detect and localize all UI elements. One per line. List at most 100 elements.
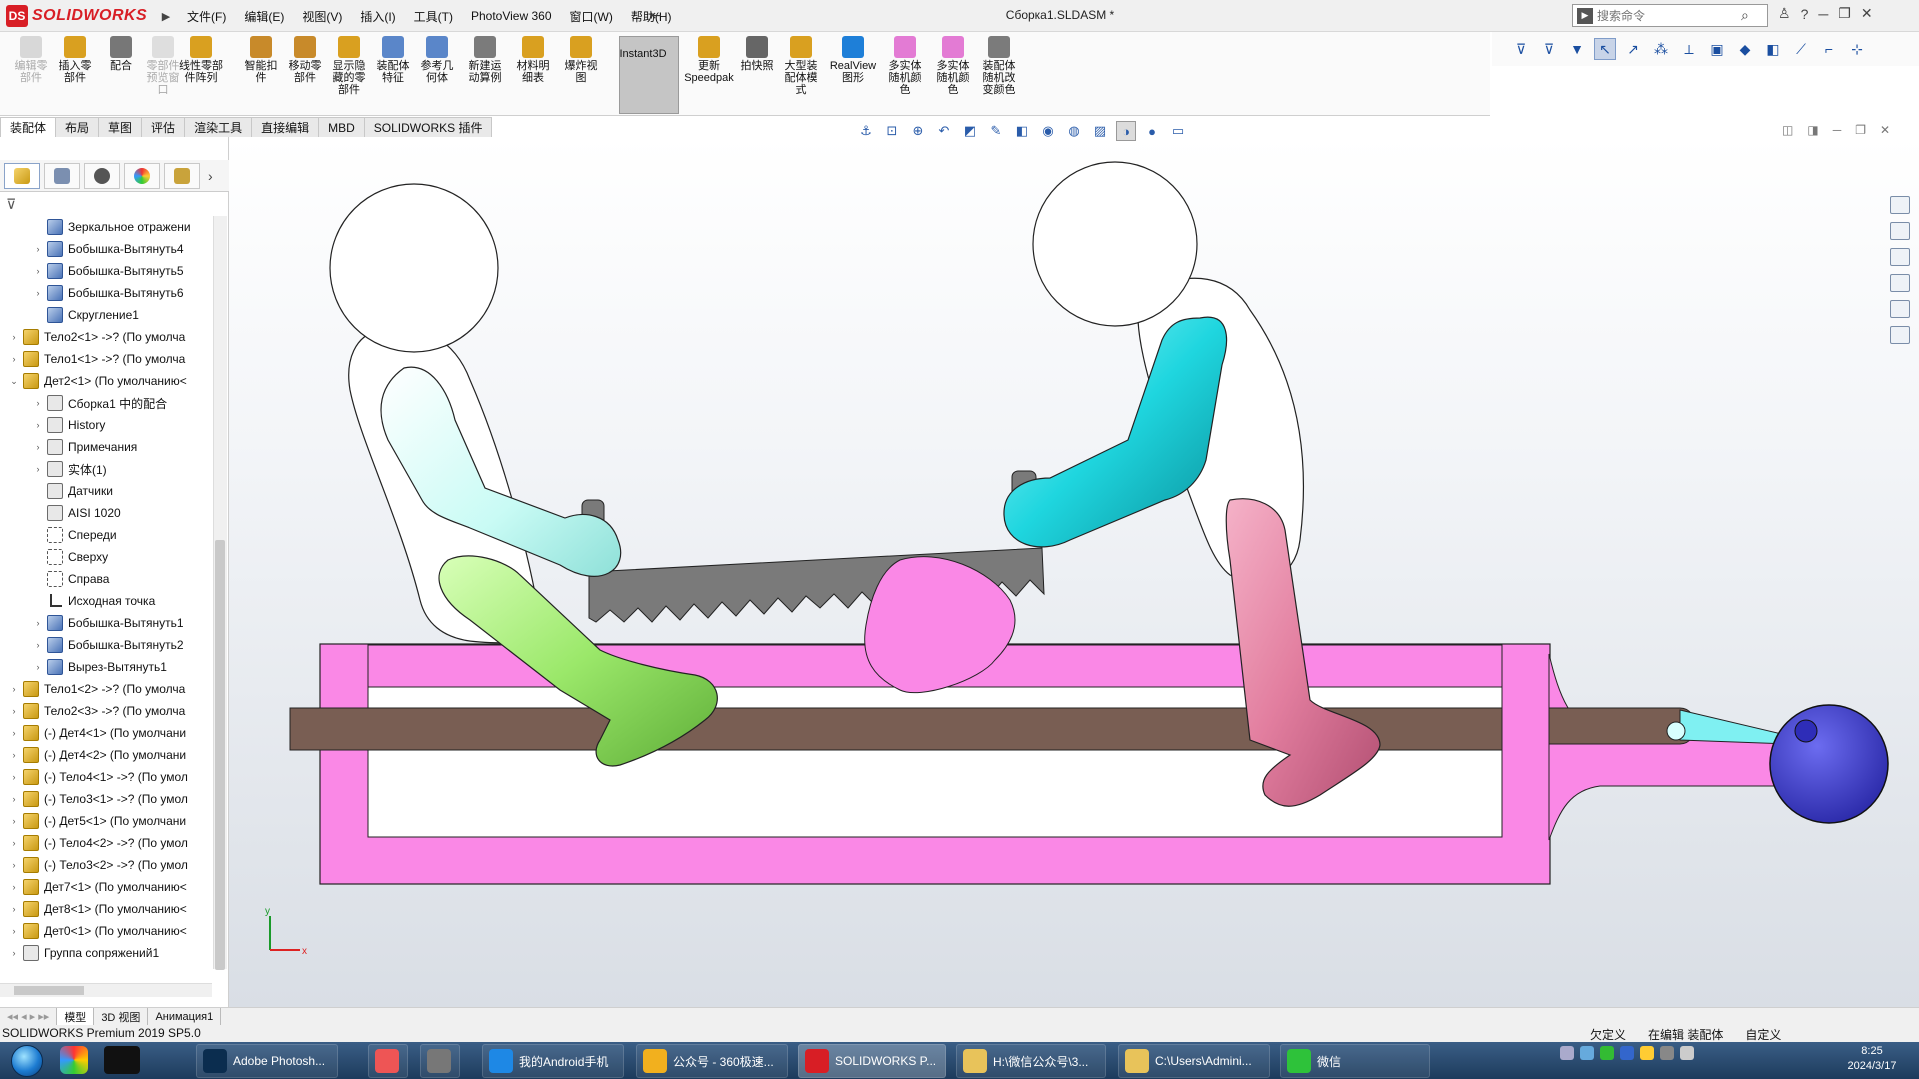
taskbar-app[interactable]: C:\Users\Admini...	[1118, 1044, 1270, 1078]
command-button[interactable]: 材料明 细表	[510, 36, 556, 84]
tree-item[interactable]: › Дет0<1> (По умолчанию<	[0, 920, 212, 942]
command-button[interactable]: 显示隐 藏的零 部件	[326, 36, 372, 96]
tree-item[interactable]: Датчики	[0, 480, 212, 502]
custom-properties-icon[interactable]	[1890, 326, 1910, 344]
axis-filter-icon[interactable]: ⟋	[1790, 38, 1812, 60]
tree-item[interactable]: › (-) Тело3<1> ->? (По умол	[0, 788, 212, 810]
realview-icon[interactable]: ●	[1142, 121, 1162, 141]
taskbar-app[interactable]: SOLIDWORKS P...	[798, 1044, 946, 1078]
tree-item[interactable]: › Дет7<1> (По умолчанию<	[0, 876, 212, 898]
expand-arrow-icon[interactable]: ›	[8, 354, 20, 364]
zoom-to-fit-icon[interactable]: ⊡	[882, 121, 902, 141]
dynamic-annotation-icon[interactable]: ✎	[986, 121, 1006, 141]
command-button[interactable]: 多实体 随机颜 色	[882, 36, 928, 96]
taskbar-pinned-app[interactable]	[420, 1044, 460, 1078]
select-box-icon[interactable]: ↗	[1622, 38, 1644, 60]
expand-arrow-icon[interactable]: ›	[32, 618, 44, 628]
configuration-manager-tab[interactable]	[84, 162, 120, 189]
model-tab[interactable]: 模型	[57, 1008, 95, 1025]
select-arrow-icon[interactable]: ↖	[1594, 38, 1616, 60]
view-settings-icon[interactable]: ◑	[1116, 121, 1136, 141]
command-tab[interactable]: 评估	[141, 117, 186, 137]
expand-arrow-icon[interactable]: ›	[8, 706, 20, 716]
command-button[interactable]: 线性零部 件阵列	[178, 36, 224, 84]
apply-scene-icon[interactable]: ▨	[1090, 121, 1110, 141]
tree-item[interactable]: › Сборка1 中的配合	[0, 392, 212, 414]
photos-app-icon[interactable]	[60, 1046, 88, 1074]
menu-item[interactable]: 窗口(W)	[561, 0, 622, 32]
taskbar-app[interactable]: Adobe Photosh...	[196, 1044, 338, 1078]
tree-item[interactable]: › (-) Дет4<1> (По умолчани	[0, 722, 212, 744]
help-icon[interactable]: ?	[1801, 6, 1809, 22]
tree-item[interactable]: Спереди	[0, 524, 212, 546]
file-explorer-icon[interactable]	[1890, 248, 1910, 266]
expand-arrow-icon[interactable]: ›	[8, 772, 20, 782]
doc-restore-icon[interactable]: ❐	[1855, 123, 1866, 137]
model-tab[interactable]: 3D 视图	[94, 1008, 149, 1025]
tree-item[interactable]: › (-) Тело4<1> ->? (По умол	[0, 766, 212, 788]
tree-item[interactable]: › Тело1<2> ->? (По умолча	[0, 678, 212, 700]
expand-arrow-icon[interactable]: ›	[8, 904, 20, 914]
expand-arrow-icon[interactable]: ›	[8, 332, 20, 342]
menu-item[interactable]: 文件(F)	[178, 0, 235, 32]
tray-volume-icon[interactable]	[1680, 1046, 1694, 1060]
filter-icon[interactable]: ⊽	[1510, 38, 1532, 60]
taskbar-app[interactable]: H:\微信公众号\3...	[956, 1044, 1106, 1078]
solid-filter-icon[interactable]: ◧	[1762, 38, 1784, 60]
tree-item[interactable]: › 实体(1)	[0, 458, 212, 480]
expand-arrow-icon[interactable]: ›	[8, 926, 20, 936]
expand-arrow-icon[interactable]: ›	[8, 728, 20, 738]
command-button[interactable]: 移动零 部件	[282, 36, 328, 84]
tree-item[interactable]: › Группа сопряжений1	[0, 942, 212, 964]
surface-filter-icon[interactable]: ◆	[1734, 38, 1756, 60]
command-tab[interactable]: 草图	[98, 117, 143, 137]
filter-toggle-icon[interactable]: ⊽	[1538, 38, 1560, 60]
command-button[interactable]: 智能扣 件	[238, 36, 284, 84]
tree-item[interactable]: AISI 1020	[0, 502, 212, 524]
expand-arrow-icon[interactable]: ›	[8, 948, 20, 958]
tile-left-icon[interactable]: ◫	[1782, 123, 1793, 137]
solidworks-logo[interactable]: DS SOLIDWORKS	[6, 4, 156, 28]
tree-item[interactable]: › Бобышка-Вытянуть1	[0, 612, 212, 634]
sketch-filter-icon[interactable]: ⌐	[1818, 38, 1840, 60]
home-icon[interactable]	[1890, 196, 1910, 214]
dimxpert-tab[interactable]	[164, 162, 200, 189]
tree-item[interactable]: › Примечания	[0, 436, 212, 458]
model-tab[interactable]: Анимация1	[148, 1008, 222, 1025]
filter-colored-icon[interactable]: ▼	[1566, 38, 1588, 60]
expand-arrow-icon[interactable]: ⌄	[8, 376, 20, 387]
tree-item[interactable]: › Бобышка-Вытянуть6	[0, 282, 212, 304]
tile-right-icon[interactable]: ◨	[1807, 123, 1818, 137]
menu-item[interactable]: 编辑(E)	[235, 0, 293, 32]
command-tab[interactable]: 直接编辑	[251, 117, 320, 137]
edit-appearance-icon[interactable]: ◍	[1064, 121, 1084, 141]
taskbar-pinned-app[interactable]	[368, 1044, 408, 1078]
menu-item[interactable]: PhotoView 360	[462, 0, 561, 32]
property-manager-tab[interactable]	[44, 162, 80, 189]
taskbar-app[interactable]: 微信	[1280, 1044, 1430, 1078]
expand-arrow-icon[interactable]: ›	[8, 750, 20, 760]
expand-arrow-icon[interactable]: ›	[32, 420, 44, 430]
tree-item[interactable]: › History	[0, 414, 212, 436]
hide-show-icon[interactable]: ◉	[1038, 121, 1058, 141]
view-orientation-icon[interactable]: ⚓	[856, 121, 876, 141]
search-type-icon[interactable]: ▶	[1577, 7, 1593, 24]
section-view-icon[interactable]: ◩	[960, 121, 980, 141]
zoom-area-icon[interactable]: ⊕	[908, 121, 928, 141]
expand-arrow-icon[interactable]: ›	[32, 442, 44, 452]
expand-arrow-icon[interactable]: ›	[32, 640, 44, 650]
command-button[interactable]: 多实体 随机颜 色	[930, 36, 976, 96]
minimize-icon[interactable]: ─	[1818, 6, 1828, 22]
command-button[interactable]: 爆炸视 图	[558, 36, 604, 84]
tray-qq-icon[interactable]	[1620, 1046, 1634, 1060]
tree-item[interactable]: › Вырез-Вытянуть1	[0, 656, 212, 678]
point-filter-icon[interactable]: ⊹	[1846, 38, 1868, 60]
tree-item[interactable]: Исходная точка	[0, 590, 212, 612]
filter-icon[interactable]: ⊽	[6, 196, 16, 213]
display-manager-tab[interactable]	[124, 162, 160, 189]
menu-item[interactable]: 工具(T)	[405, 0, 462, 32]
command-button[interactable]: 参考几 何体	[414, 36, 460, 84]
tree-item[interactable]: Скругление1	[0, 304, 212, 326]
previous-view-icon[interactable]: ↶	[934, 121, 954, 141]
tree-item[interactable]: › Бобышка-Вытянуть5	[0, 260, 212, 282]
